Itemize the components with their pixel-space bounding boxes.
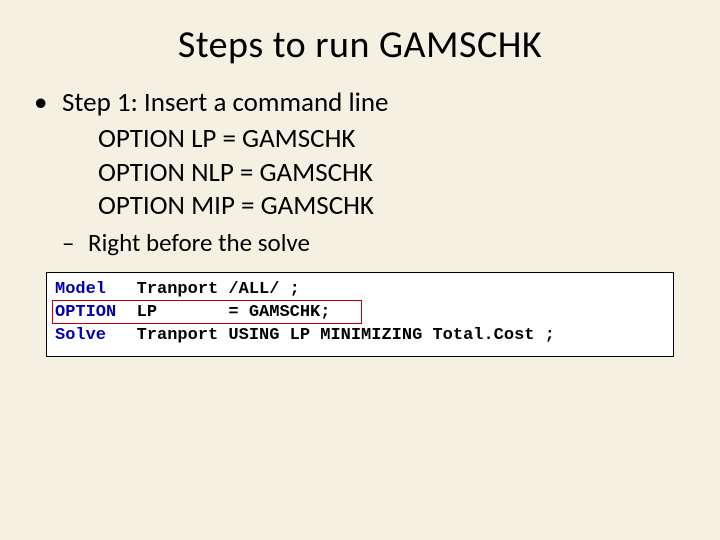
bullet-dot-icon: • (28, 86, 62, 120)
keyword-model: Model (55, 280, 106, 299)
bullet-step1: • Step 1: Insert a command line (28, 86, 692, 120)
sub-bullet-row: – Right before the solve (62, 227, 692, 258)
option-line-lp: OPTION LP = GAMSCHK (98, 122, 692, 156)
slide: Steps to run GAMSCHK • Step 1: Insert a … (0, 0, 720, 540)
code-text-2: LP = GAMSCHK; (116, 303, 330, 322)
keyword-solve: Solve (55, 326, 106, 345)
bullet-step1-text: Step 1: Insert a command line (62, 86, 692, 120)
dash-icon: – (62, 227, 88, 258)
code-text-1: Tranport /ALL/ ; (106, 280, 300, 299)
code-text-3: Tranport USING LP MINIMIZING Total.Cost … (106, 326, 555, 345)
code-line-3: Solve Tranport USING LP MINIMIZING Total… (55, 325, 665, 348)
code-line-1: Model Tranport /ALL/ ; (55, 279, 665, 302)
slide-body: • Step 1: Insert a command line OPTION L… (28, 86, 692, 357)
slide-title: Steps to run GAMSCHK (28, 22, 692, 68)
keyword-option: OPTION (55, 303, 116, 322)
code-line-2: OPTION LP = GAMSCHK; (55, 302, 665, 325)
option-line-mip: OPTION MIP = GAMSCHK (98, 189, 692, 223)
option-line-nlp: OPTION NLP = GAMSCHK (98, 156, 692, 190)
code-block: Model Tranport /ALL/ ; OPTION LP = GAMSC… (46, 272, 674, 357)
sub-bullet-text: Right before the solve (88, 227, 310, 258)
